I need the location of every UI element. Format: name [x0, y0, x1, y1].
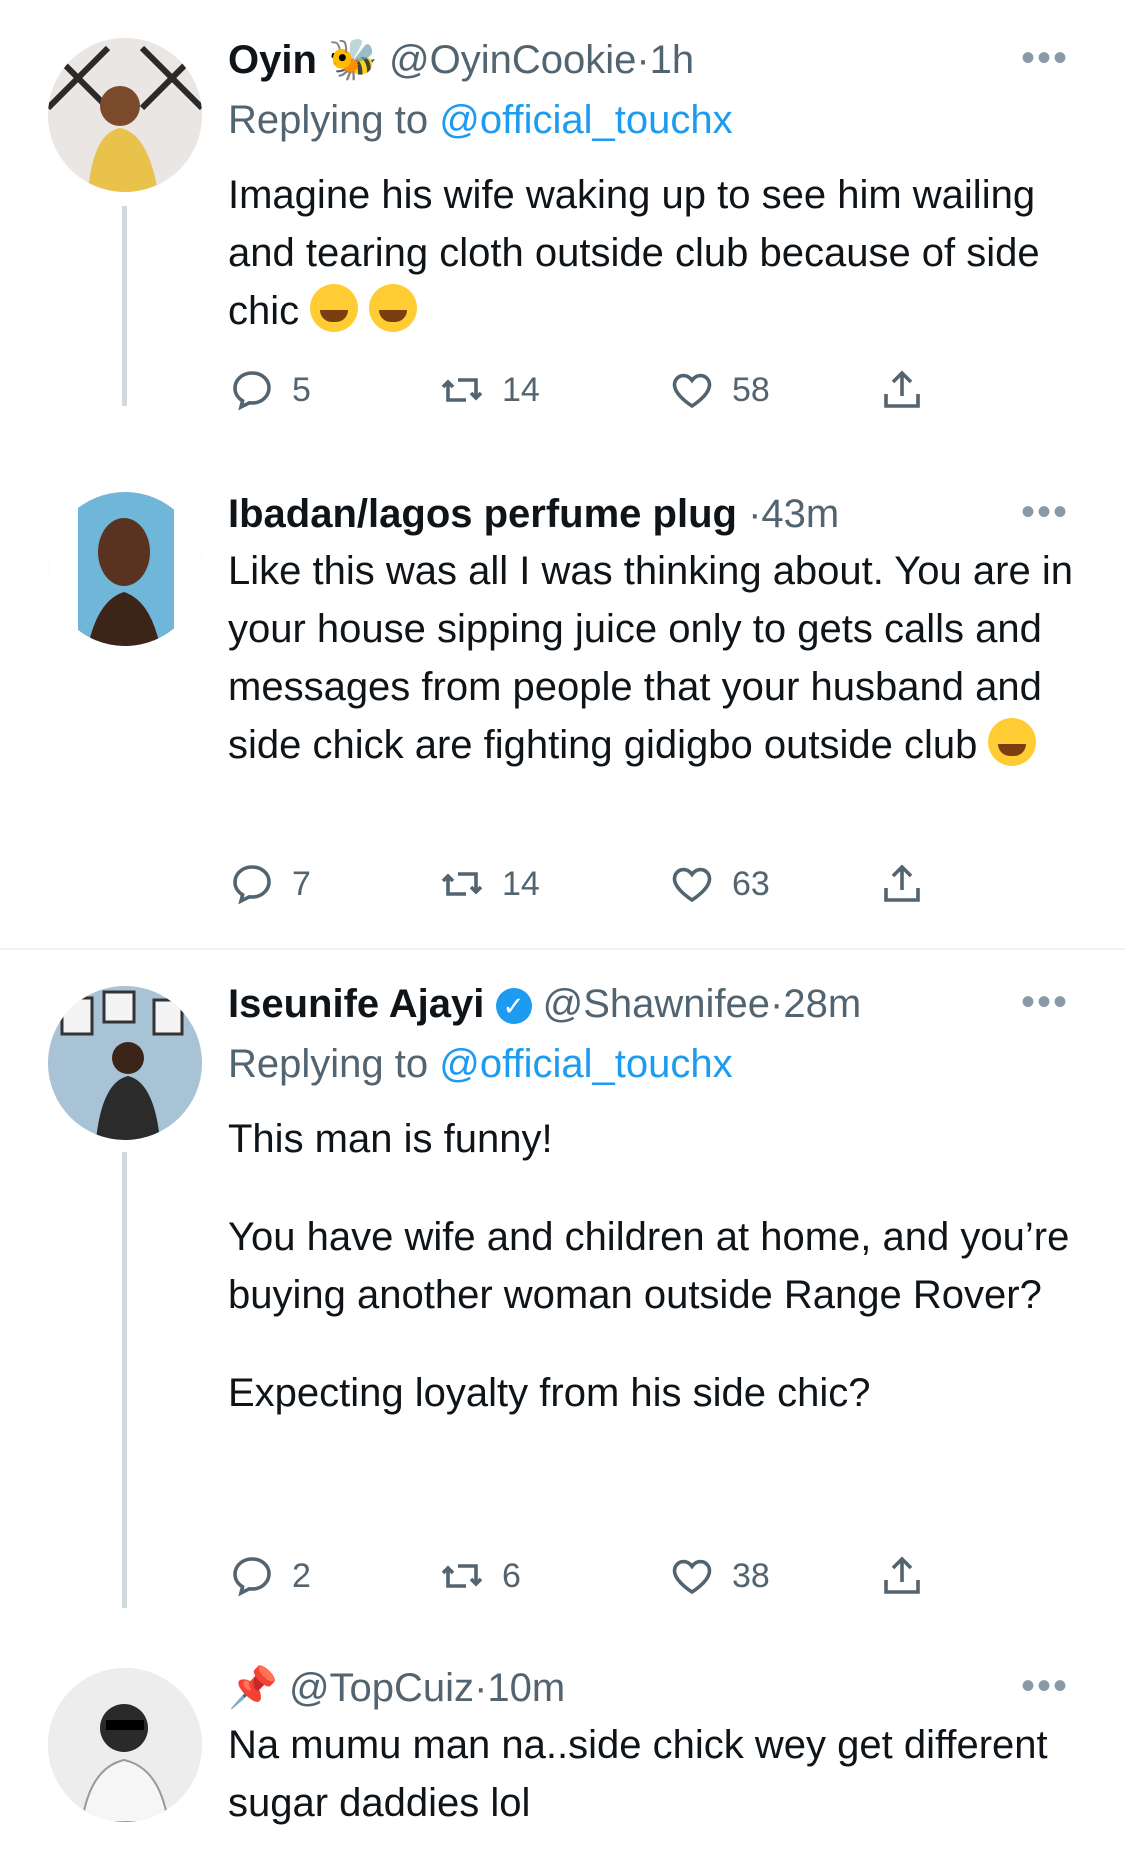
retweet-count: 6: [502, 1556, 521, 1595]
bee-emoji: 🐝: [328, 38, 378, 82]
retweet-icon: [441, 1564, 483, 1588]
tweet-actions: 5 14 58: [228, 364, 968, 416]
handle[interactable]: @Shawnifee: [543, 982, 770, 1026]
share-icon: [884, 864, 920, 902]
tweet-actions: 7 14 63: [228, 858, 968, 910]
more-options-icon[interactable]: •••: [1021, 982, 1069, 1022]
retweet-count: 14: [502, 370, 540, 409]
replying-prefix: Replying to: [228, 1042, 429, 1086]
verified-badge-icon: ✓: [495, 988, 532, 1024]
share-button[interactable]: [878, 364, 926, 416]
like-count: 63: [732, 864, 770, 903]
reply-icon: [233, 371, 271, 411]
more-options-icon[interactable]: •••: [1021, 1666, 1069, 1706]
tweet-text: Imagine his wife waking up to see him wa…: [228, 166, 1088, 340]
tweet-header: Iseunife Ajayi ✓ @Shawnifee·28m: [228, 980, 861, 1028]
display-name[interactable]: Ibadan/lagos perfume plug: [228, 492, 737, 536]
reply-count: 2: [292, 1556, 311, 1595]
separator-dot: ·: [636, 38, 650, 82]
like-button[interactable]: 58: [668, 364, 770, 416]
share-icon: [884, 1556, 920, 1594]
replying-to-link[interactable]: @official_touchx: [439, 1042, 732, 1086]
tweet-body: Like this was all I was thinking about. …: [228, 549, 1073, 767]
tweet-text: This man is funny! You have wife and chi…: [228, 1110, 1088, 1422]
pushpin-icon: 📌: [228, 1666, 278, 1710]
display-name[interactable]: Oyin: [228, 38, 317, 82]
loudly-crying-face-icon: [988, 718, 1037, 766]
avatar[interactable]: [48, 38, 202, 192]
reply-button[interactable]: 7: [228, 858, 311, 910]
like-count: 58: [732, 370, 770, 409]
tweet-header: Ibadan/lagos perfume plug ·43m: [228, 490, 839, 538]
thread-line: [122, 1152, 127, 1608]
tweet-text: Na mumu man na..side chick wey get diffe…: [228, 1716, 1088, 1832]
reply-count: 5: [292, 370, 311, 409]
tweet-paragraph: This man is funny!: [228, 1117, 553, 1161]
timestamp[interactable]: 43m: [761, 492, 839, 536]
tweet-header: Oyin 🐝 @OyinCookie·1h: [228, 36, 694, 84]
retweet-icon: [441, 378, 483, 402]
tweet-2[interactable]: Ibadan/lagos perfume plug ·43m ••• Like …: [0, 420, 1125, 948]
display-name[interactable]: Iseunife Ajayi: [228, 982, 484, 1026]
share-button[interactable]: [878, 858, 926, 910]
retweet-button[interactable]: 14: [438, 858, 540, 910]
tweet-body: Na mumu man na..side chick wey get diffe…: [228, 1723, 1048, 1825]
separator-dot: ·: [748, 492, 762, 536]
replying-to-link[interactable]: @official_touchx: [439, 98, 732, 142]
reply-icon: [233, 865, 271, 905]
like-button[interactable]: 63: [668, 858, 770, 910]
reply-icon: [233, 1557, 271, 1597]
avatar[interactable]: [48, 986, 202, 1140]
handle[interactable]: @OyinCookie: [389, 38, 636, 82]
like-button[interactable]: 38: [668, 1550, 770, 1602]
avatar[interactable]: [48, 492, 202, 646]
retweet-count: 14: [502, 864, 540, 903]
separator-dot: ·: [770, 982, 784, 1026]
timestamp[interactable]: 28m: [783, 982, 861, 1026]
handle[interactable]: @TopCuiz: [289, 1666, 474, 1710]
retweet-button[interactable]: 14: [438, 364, 540, 416]
more-options-icon[interactable]: •••: [1021, 38, 1069, 78]
face-with-tears-of-joy-icon: [310, 284, 359, 332]
share-button[interactable]: [878, 1550, 926, 1602]
tweet-actions: 2 6 38: [228, 1550, 968, 1602]
replying-to: Replying to @official_touchx: [228, 1040, 733, 1088]
tweet-paragraph: You have wife and children at home, and …: [228, 1215, 1070, 1317]
heart-icon: [672, 1559, 712, 1595]
more-options-icon[interactable]: •••: [1021, 492, 1069, 532]
reply-count: 7: [292, 864, 311, 903]
replying-to: Replying to @official_touchx: [228, 96, 733, 144]
rolling-on-floor-laughing-icon: [369, 284, 418, 332]
heart-icon: [672, 867, 712, 903]
retweet-button[interactable]: 6: [438, 1550, 521, 1602]
tweet-header: 📌 @TopCuiz·10m: [228, 1664, 565, 1712]
timestamp[interactable]: 10m: [487, 1666, 565, 1710]
thread-line: [122, 206, 127, 406]
like-count: 38: [732, 1556, 770, 1595]
tweet-1[interactable]: Oyin 🐝 @OyinCookie·1h ••• Replying to @o…: [0, 0, 1125, 420]
avatar[interactable]: [48, 1668, 202, 1822]
retweet-icon: [441, 872, 483, 896]
reply-button[interactable]: 5: [228, 364, 311, 416]
share-icon: [884, 370, 920, 408]
tweet-4[interactable]: 📌 @TopCuiz·10m ••• Na mumu man na..side …: [0, 1642, 1125, 1852]
tweet-3[interactable]: Iseunife Ajayi ✓ @Shawnifee·28m ••• Repl…: [0, 950, 1125, 1642]
tweet-paragraph: Expecting loyalty from his side chic?: [228, 1371, 871, 1415]
heart-icon: [672, 373, 712, 409]
tweet-text: Like this was all I was thinking about. …: [228, 542, 1088, 774]
separator-dot: ·: [474, 1666, 488, 1710]
replying-prefix: Replying to: [228, 98, 429, 142]
timestamp[interactable]: 1h: [650, 38, 695, 82]
reply-button[interactable]: 2: [228, 1550, 311, 1602]
